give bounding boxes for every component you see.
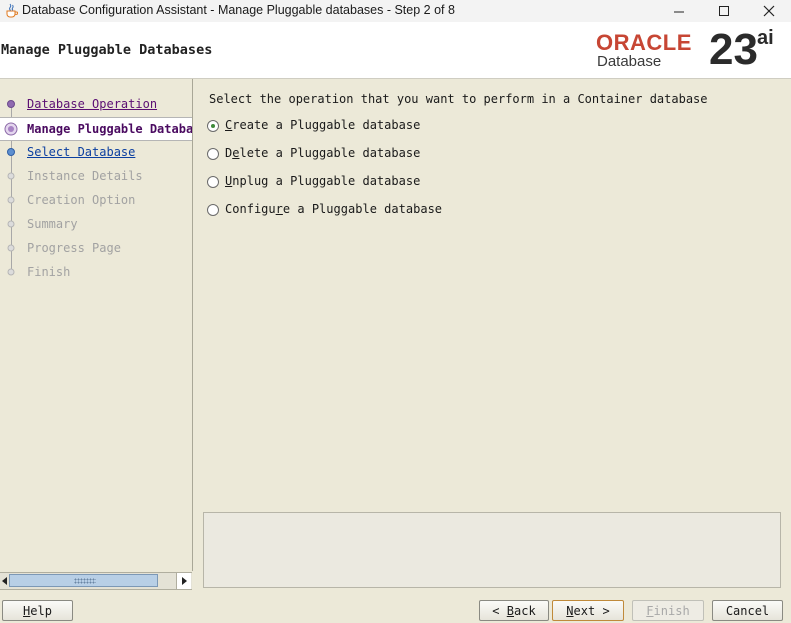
help-button[interactable]: Help xyxy=(2,600,73,621)
nav-step-label: Database Operation xyxy=(27,97,158,111)
arrow-left-icon xyxy=(1,577,7,585)
step-done-icon xyxy=(7,100,15,108)
option-label: Create a Pluggable database xyxy=(225,118,421,132)
option-label: Configure a Pluggable database xyxy=(225,202,443,216)
next-label: Next > xyxy=(566,603,610,618)
arrow-right-icon xyxy=(181,577,187,585)
nav-step-label: Progress Page xyxy=(27,241,121,255)
nav-step-label: Summary xyxy=(27,217,78,231)
step-next-icon xyxy=(7,148,15,156)
radio-button[interactable] xyxy=(207,120,219,132)
finish-label: Finish xyxy=(646,603,690,618)
nav-horizontal-scrollbar[interactable] xyxy=(0,572,192,590)
option-label: Unplug a Pluggable database xyxy=(225,174,421,188)
step-current-icon xyxy=(4,122,18,136)
maximize-button[interactable] xyxy=(701,0,747,22)
window-title: Database Configuration Assistant - Manag… xyxy=(22,3,455,17)
nav-step-label: Creation Option xyxy=(27,193,136,207)
page-title: Manage Pluggable Databases xyxy=(1,42,213,58)
nav-step-manage-pluggable-databases[interactable]: Manage Pluggable Databases xyxy=(0,117,192,141)
step-pending-icon xyxy=(7,220,15,228)
scrollbar-grip-icon xyxy=(74,578,96,584)
version-number: 23 xyxy=(709,25,758,74)
cancel-button[interactable]: Cancel xyxy=(712,600,783,621)
nav-step-label: Finish xyxy=(27,265,71,279)
next-button[interactable]: Next > xyxy=(552,600,624,621)
close-button[interactable] xyxy=(746,0,791,22)
radio-button[interactable] xyxy=(207,176,219,188)
option-label: Delete a Pluggable database xyxy=(225,146,421,160)
step-pending-icon xyxy=(7,244,15,252)
help-label: Help xyxy=(23,603,52,618)
finish-button[interactable]: Finish xyxy=(632,600,704,621)
nav-step-summary: Summary xyxy=(0,213,192,235)
back-label: < Back xyxy=(492,603,536,618)
step-pending-icon xyxy=(7,268,15,276)
product-name: Database xyxy=(597,53,662,70)
title-bar: Database Configuration Assistant - Manag… xyxy=(0,0,791,22)
close-icon xyxy=(763,5,775,17)
nav-step-instance-details: Instance Details xyxy=(0,165,192,187)
step-navigation-panel: Database Operation Manage Pluggable Data… xyxy=(0,79,193,571)
message-panel xyxy=(203,512,781,588)
instruction-text: Select the operation that you want to pe… xyxy=(209,92,708,106)
cancel-label: Cancel xyxy=(725,603,770,618)
nav-step-label: Instance Details xyxy=(27,169,143,183)
radio-button[interactable] xyxy=(207,204,219,216)
minimize-button[interactable] xyxy=(656,0,702,22)
maximize-icon xyxy=(718,5,729,16)
nav-step-progress-page: Progress Page xyxy=(0,237,192,259)
nav-step-label: Select Database xyxy=(27,145,136,159)
nav-step-finish: Finish xyxy=(0,261,192,283)
nav-step-database-operation[interactable]: Database Operation xyxy=(0,93,192,115)
scroll-left-button[interactable] xyxy=(0,573,8,589)
scrollbar-thumb[interactable] xyxy=(9,574,158,587)
scroll-right-button[interactable] xyxy=(176,573,191,589)
radio-button[interactable] xyxy=(207,148,219,160)
version-suffix: ai xyxy=(757,27,774,49)
page-header: Manage Pluggable Databases ORACLE Databa… xyxy=(0,22,791,79)
nav-step-label: Manage Pluggable Databases xyxy=(27,122,193,136)
back-button[interactable]: < Back xyxy=(479,600,549,621)
step-pending-icon xyxy=(7,172,15,180)
nav-step-creation-option: Creation Option xyxy=(0,189,192,211)
minimize-icon xyxy=(673,11,684,12)
step-pending-icon xyxy=(7,196,15,204)
java-cup-icon xyxy=(6,3,18,18)
nav-step-select-database[interactable]: Select Database xyxy=(0,141,192,163)
